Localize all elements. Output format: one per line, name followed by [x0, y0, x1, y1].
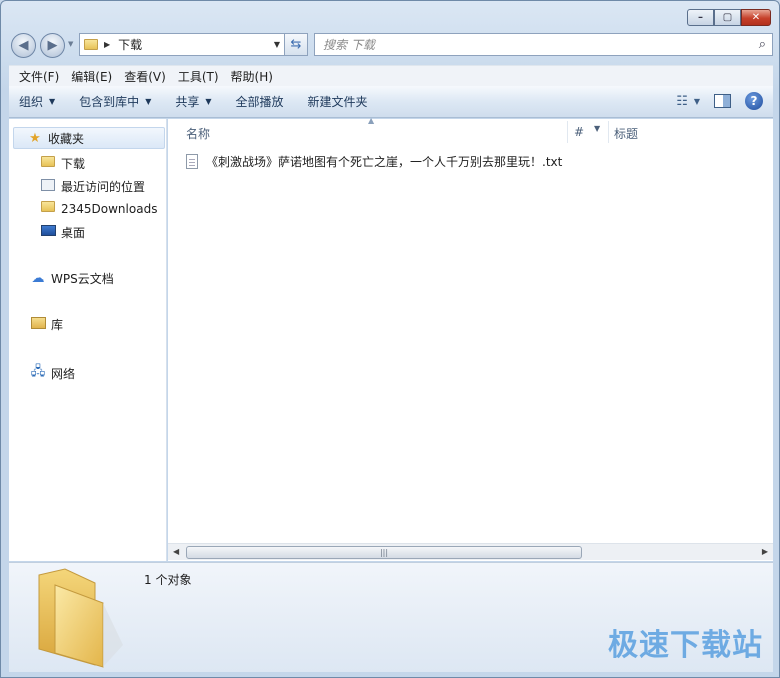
- close-button[interactable]: ✕: [741, 9, 771, 26]
- new-folder-label: 新建文件夹: [307, 95, 368, 109]
- search-icon[interactable]: ⌕: [759, 37, 766, 52]
- include-library-button[interactable]: 包含到库中 ▼: [79, 93, 151, 110]
- new-folder-button[interactable]: 新建文件夹: [308, 93, 368, 110]
- chevron-down-icon: ▼: [49, 97, 56, 106]
- share-button[interactable]: 共享 ▼: [175, 93, 211, 110]
- scroll-right-icon[interactable]: ▶: [762, 547, 768, 556]
- column-divider[interactable]: [567, 121, 568, 143]
- nav-item-label: 桌面: [61, 226, 86, 240]
- chevron-down-icon: ▼: [145, 97, 152, 106]
- commandbar-right: ☷ ▼ ?: [676, 92, 763, 110]
- nav-favorites-label: 收藏夹: [48, 131, 85, 146]
- file-row[interactable]: 《刺激战场》萨诺地图有个死亡之崖，一个人千万别去那里玩！.txt: [186, 153, 562, 170]
- menu-tools[interactable]: 工具(T): [172, 68, 225, 85]
- organize-label: 组织: [19, 95, 44, 109]
- nav-item-label: WPS云文档: [51, 272, 114, 286]
- grip-icon: |||: [379, 548, 389, 557]
- recent-pages-dropdown-icon[interactable]: ▼: [68, 40, 73, 48]
- maximize-button[interactable]: ▢: [714, 9, 741, 26]
- column-filter-dropdown-icon[interactable]: ▼: [594, 124, 608, 133]
- details-pane: 1 个对象 极速下载站: [9, 562, 773, 672]
- nav-item-wps[interactable]: ☁ WPS云文档: [29, 270, 114, 287]
- menu-edit[interactable]: 编辑(E): [65, 68, 118, 85]
- scroll-left-icon[interactable]: ◀: [173, 547, 179, 556]
- change-view-icon[interactable]: ☷: [676, 94, 688, 109]
- watermark-logo: 极速下载站: [608, 628, 763, 663]
- nav-item-label: 网络: [51, 366, 76, 381]
- back-arrow-icon: ◀: [18, 38, 29, 53]
- nav-item-network[interactable]: 🖧 网络: [29, 362, 75, 384]
- column-header: ▲ 名称 # ▼ 标题: [168, 116, 773, 145]
- nav-item-label: 2345Downloads: [61, 201, 158, 216]
- desktop-icon: [39, 225, 57, 240]
- play-all-label: 全部播放: [235, 95, 284, 109]
- chevron-down-icon: ▼: [205, 97, 212, 106]
- organize-button[interactable]: 组织 ▼: [19, 93, 55, 110]
- nav-item-label: 最近访问的位置: [61, 180, 146, 194]
- forward-arrow-icon: ▶: [47, 38, 58, 53]
- column-divider[interactable]: [608, 121, 609, 143]
- menu-help[interactable]: 帮助(H): [225, 68, 279, 85]
- nav-item-downloads[interactable]: 下载: [39, 155, 85, 172]
- breadcrumb-separator-icon[interactable]: ▶: [104, 40, 110, 49]
- library-icon: [29, 316, 47, 333]
- nav-item-desktop[interactable]: 桌面: [39, 224, 85, 241]
- caption-buttons: – ▢ ✕: [687, 9, 771, 26]
- navigation-pane: ★ 收藏夹 下载 最近访问的位置 2345Downloads 桌面 ☁ WPS云…: [9, 119, 167, 561]
- nav-item-label: 下载: [61, 157, 86, 171]
- search-box[interactable]: ⌕: [314, 33, 773, 56]
- minimize-button[interactable]: –: [687, 9, 714, 26]
- column-name[interactable]: 名称: [186, 125, 210, 142]
- address-dropdown-icon[interactable]: ▼: [270, 40, 284, 49]
- item-count: 1 个对象: [144, 573, 192, 587]
- menu-file[interactable]: 文件(F): [13, 68, 65, 85]
- horizontal-scrollbar[interactable]: ◀ ||| ▶: [168, 543, 773, 560]
- play-all-button[interactable]: 全部播放: [236, 93, 284, 110]
- help-icon[interactable]: ?: [745, 92, 763, 110]
- menu-view[interactable]: 查看(V): [118, 68, 172, 85]
- address-row: ◀ ▶ ▼ ▶ 下载 ▼ ⇆ ⌕: [9, 31, 773, 59]
- file-list-pane: ▲ 名称 # ▼ 标题 《刺激战场》萨诺地图有个死亡之崖，一个人千万别去那里玩！…: [168, 116, 773, 561]
- share-label: 共享: [175, 95, 200, 109]
- nav-item-recent[interactable]: 最近访问的位置: [39, 178, 145, 195]
- explorer-window: – ▢ ✕ ◀ ▶ ▼ ▶ 下载 ▼ ⇆ ⌕ 文件(F) 编辑(E) 查看(V)…: [0, 0, 780, 678]
- large-folder-icon: [38, 568, 123, 668]
- commandbar: 组织 ▼ 包含到库中 ▼ 共享 ▼ 全部播放 新建文件夹 ☷ ▼ ?: [9, 86, 773, 118]
- nav-item-label: 库: [51, 318, 64, 332]
- menubar: 文件(F) 编辑(E) 查看(V) 工具(T) 帮助(H): [9, 65, 773, 86]
- text-file-icon: [186, 154, 198, 169]
- refresh-button[interactable]: ⇆: [284, 33, 308, 56]
- folder-icon: [84, 39, 98, 50]
- preview-pane-icon[interactable]: [714, 94, 731, 108]
- star-icon: ★: [29, 130, 41, 146]
- cloud-icon: ☁: [31, 271, 45, 286]
- recent-places-icon: [39, 178, 57, 195]
- network-icon: 🖧: [30, 364, 46, 379]
- column-number[interactable]: #: [574, 125, 584, 139]
- include-library-label: 包含到库中: [79, 95, 140, 109]
- folder-icon: [39, 201, 57, 216]
- nav-item-library[interactable]: 库: [29, 316, 63, 333]
- downloads-folder-icon: [39, 156, 57, 171]
- back-button[interactable]: ◀: [11, 33, 36, 58]
- scrollbar-thumb[interactable]: |||: [186, 546, 582, 559]
- forward-button[interactable]: ▶: [40, 33, 65, 58]
- search-input[interactable]: [323, 37, 759, 52]
- sort-ascending-icon: ▲: [368, 116, 375, 125]
- refresh-icon: ⇆: [290, 37, 302, 52]
- file-name[interactable]: 《刺激战场》萨诺地图有个死亡之崖，一个人千万别去那里玩！.txt: [206, 153, 562, 170]
- nav-favorites[interactable]: ★ 收藏夹: [13, 127, 165, 149]
- address-path[interactable]: 下载: [118, 36, 270, 53]
- view-dropdown-icon[interactable]: ▼: [694, 97, 700, 106]
- column-title[interactable]: 标题: [614, 125, 638, 142]
- nav-item-2345downloads[interactable]: 2345Downloads: [39, 201, 157, 216]
- address-bar[interactable]: ▶ 下载 ▼: [79, 33, 285, 56]
